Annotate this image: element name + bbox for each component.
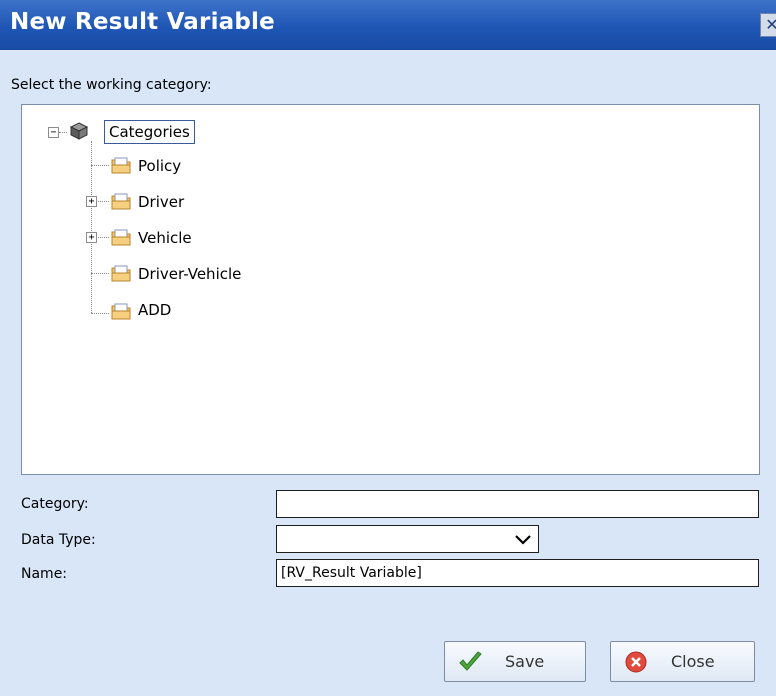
expand-icon[interactable]: + [86, 232, 97, 243]
tree-line [59, 132, 67, 133]
folder-icon [111, 157, 131, 174]
tree-section-label: Select the working category: [11, 77, 212, 93]
tree-node-driver[interactable]: Driver [138, 189, 184, 215]
category-field[interactable] [276, 490, 759, 518]
save-button[interactable]: Save [444, 641, 586, 682]
tree-node-label: Policy [138, 157, 182, 175]
expand-icon[interactable]: + [86, 196, 97, 207]
tree-node-label: Vehicle [138, 229, 192, 247]
cube-icon [69, 122, 89, 140]
title-bar[interactable]: New Result Variable ✕ [0, 0, 776, 50]
close-button[interactable]: Close [610, 641, 755, 682]
category-label: Category: [21, 496, 89, 512]
folder-icon [111, 303, 131, 320]
folder-icon [111, 193, 131, 210]
data-type-select[interactable] [276, 525, 539, 553]
name-field[interactable]: [RV_Result Variable] [276, 559, 759, 587]
tree-node-label: Driver [138, 193, 185, 211]
tree-line [91, 273, 109, 274]
chevron-down-icon[interactable] [514, 534, 532, 546]
close-icon[interactable]: ✕ [760, 13, 776, 37]
tree-line [91, 165, 109, 166]
tree-node-driver-vehicle[interactable]: Driver-Vehicle [138, 261, 241, 287]
close-label: Close [671, 652, 715, 671]
tree-node-label: ADD [138, 301, 172, 319]
cancel-icon [625, 651, 647, 672]
tree-line [91, 141, 92, 313]
dialog-title: New Result Variable [10, 9, 275, 35]
collapse-icon[interactable]: − [48, 127, 59, 138]
tree-node-add[interactable]: ADD [138, 297, 171, 323]
checkmark-icon [459, 650, 482, 671]
dialog-window: New Result Variable ✕ Select the working… [0, 0, 776, 696]
folder-icon [111, 265, 131, 282]
tree-root-label: Categories [104, 120, 195, 144]
name-label: Name: [21, 566, 68, 582]
tree-node-policy[interactable]: Policy [138, 153, 181, 179]
tree-line [91, 313, 109, 314]
data-type-label: Data Type: [21, 532, 96, 548]
tree-node-label: Driver-Vehicle [138, 265, 242, 283]
tree-root-node[interactable]: Categories [104, 119, 195, 145]
category-tree[interactable]: − Categories Policy + Driver + Vehicle D… [21, 104, 760, 475]
folder-icon [111, 229, 131, 246]
save-label: Save [505, 652, 545, 671]
tree-node-vehicle[interactable]: Vehicle [138, 225, 192, 251]
